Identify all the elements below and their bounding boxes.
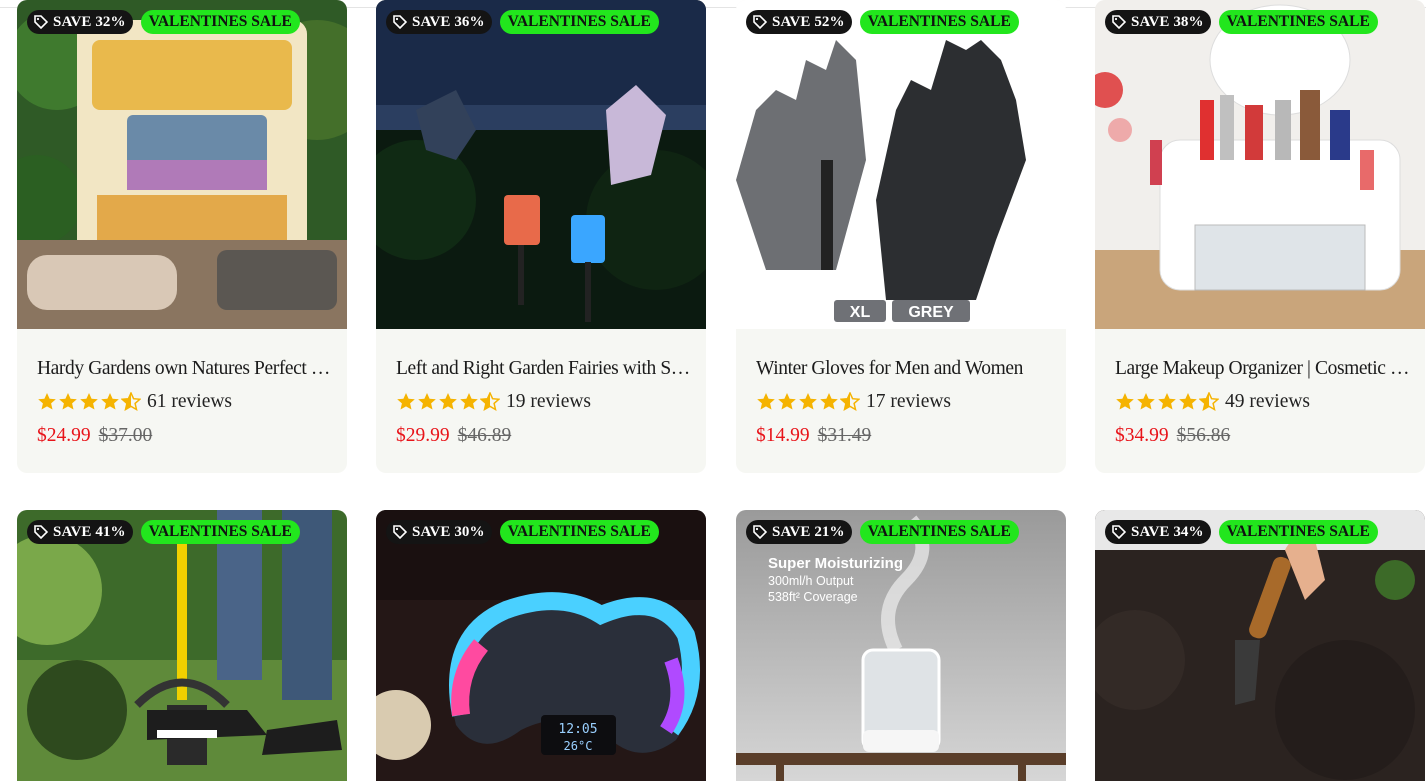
star-icon [59,393,77,410]
star-icon [460,393,478,410]
save-badge: SAVE 52% [746,10,852,34]
review-count: 61 reviews [147,391,233,412]
tag-icon [753,15,767,29]
humidifier-caption-output: 300ml/h Output [768,574,854,588]
star-icon [778,393,796,410]
product-image[interactable] [1095,0,1425,329]
product-title[interactable]: Left and Right Garden Fairies with Solar… [396,357,691,381]
tag-icon [753,525,767,539]
price-row: $14.99 $31.49 [756,425,1051,447]
save-badge: SAVE 38% [1105,10,1211,34]
product-image[interactable]: XL GREY [736,0,1066,329]
star-icon [799,393,817,410]
price-row: $29.99 $46.89 [396,425,691,447]
star-icon [757,393,775,410]
product-image[interactable] [376,0,706,329]
sale-badge: VALENTINES SALE [499,520,659,544]
product-card[interactable]: SAVE 32% VALENTINES SALE Hardy Gardens o… [17,0,347,473]
product-grid: SAVE 32% VALENTINES SALE Hardy Gardens o… [0,0,1426,781]
save-badge: SAVE 36% [386,10,492,34]
sale-badge: VALENTINES SALE [1218,10,1378,34]
original-price: $37.00 [98,425,153,446]
star-icon [1116,393,1134,410]
save-badge: SAVE 32% [27,10,133,34]
product-title[interactable]: Hardy Gardens own Natures Perfect Soil E… [37,357,332,381]
star-rating [37,392,141,412]
star-icon [418,393,436,410]
tag-icon [1112,15,1126,29]
original-price: $56.86 [1176,425,1231,446]
sale-badge: VALENTINES SALE [140,520,300,544]
sale-badge: VALENTINES SALE [1218,520,1378,544]
product-card[interactable]: SAVE 34% VALENTINES SALE [1095,510,1425,781]
sale-badge: VALENTINES SALE [140,10,300,34]
tag-icon [34,525,48,539]
tag-icon [1112,525,1126,539]
tag-icon [393,525,407,539]
star-icon [80,393,98,410]
save-badge: SAVE 34% [1105,520,1211,544]
humidifier-caption-coverage: 538ft² Coverage [768,590,858,604]
product-card[interactable]: SAVE 36% VALENTINES SALE Left and Right … [376,0,706,473]
product-card[interactable]: 12:05 26°C SAVE 30% VALENTINES SALE [376,510,706,781]
product-rating: 17 reviews [756,391,1051,413]
star-icon [38,393,56,410]
review-count: 49 reviews [1225,391,1311,412]
sale-price: $14.99 [756,425,810,446]
sale-price: $34.99 [1115,425,1169,446]
star-icon [1179,393,1197,410]
half-star-icon [840,392,860,411]
tag-icon [34,15,48,29]
size-label: XL [850,304,871,321]
clock-temp: 26°C [564,739,593,753]
product-rating: 61 reviews [37,391,332,413]
original-price: $46.89 [457,425,512,446]
color-label: GREY [908,304,954,321]
star-icon [439,393,457,410]
product-title[interactable]: Large Makeup Organizer | Cosmetic Storag… [1115,357,1410,381]
save-badge: SAVE 30% [386,520,492,544]
sale-badge: VALENTINES SALE [859,10,1019,34]
star-icon [1137,393,1155,410]
product-title[interactable]: Winter Gloves for Men and Women [756,357,1051,381]
star-rating [396,392,500,412]
star-icon [820,393,838,410]
sale-price: $29.99 [396,425,450,446]
product-image[interactable] [17,0,347,329]
product-card[interactable]: SAVE 38% VALENTINES SALE Large Makeup Or… [1095,0,1425,473]
star-rating [1115,392,1219,412]
product-image[interactable]: 12:05 26°C [376,510,706,781]
half-star-icon [1199,392,1219,411]
product-card[interactable]: XL GREY SAVE 52% VALENTINES SALE Winter … [736,0,1066,473]
review-count: 17 reviews [866,391,952,412]
star-icon [101,393,119,410]
product-rating: 49 reviews [1115,391,1410,413]
product-card[interactable]: SAVE 41% VALENTINES SALE [17,510,347,781]
clock-time: 12:05 [558,722,597,737]
save-badge: SAVE 41% [27,520,133,544]
product-image[interactable]: Super Moisturizing 300ml/h Output 538ft²… [736,510,1066,781]
sale-price: $24.99 [37,425,91,446]
sale-badge: VALENTINES SALE [499,10,659,34]
half-star-icon [121,392,141,411]
tag-icon [393,15,407,29]
sale-badge: VALENTINES SALE [859,520,1019,544]
product-image[interactable] [1095,510,1425,781]
half-star-icon [480,392,500,411]
product-image[interactable] [17,510,347,781]
humidifier-caption-title: Super Moisturizing [768,555,903,572]
star-icon [1158,393,1176,410]
product-card[interactable]: Super Moisturizing 300ml/h Output 538ft²… [736,510,1066,781]
save-badge: SAVE 21% [746,520,852,544]
price-row: $34.99 $56.86 [1115,425,1410,447]
price-row: $24.99 $37.00 [37,425,332,447]
review-count: 19 reviews [506,391,592,412]
original-price: $31.49 [817,425,872,446]
star-icon [397,393,415,410]
product-rating: 19 reviews [396,391,691,413]
star-rating [756,392,860,412]
